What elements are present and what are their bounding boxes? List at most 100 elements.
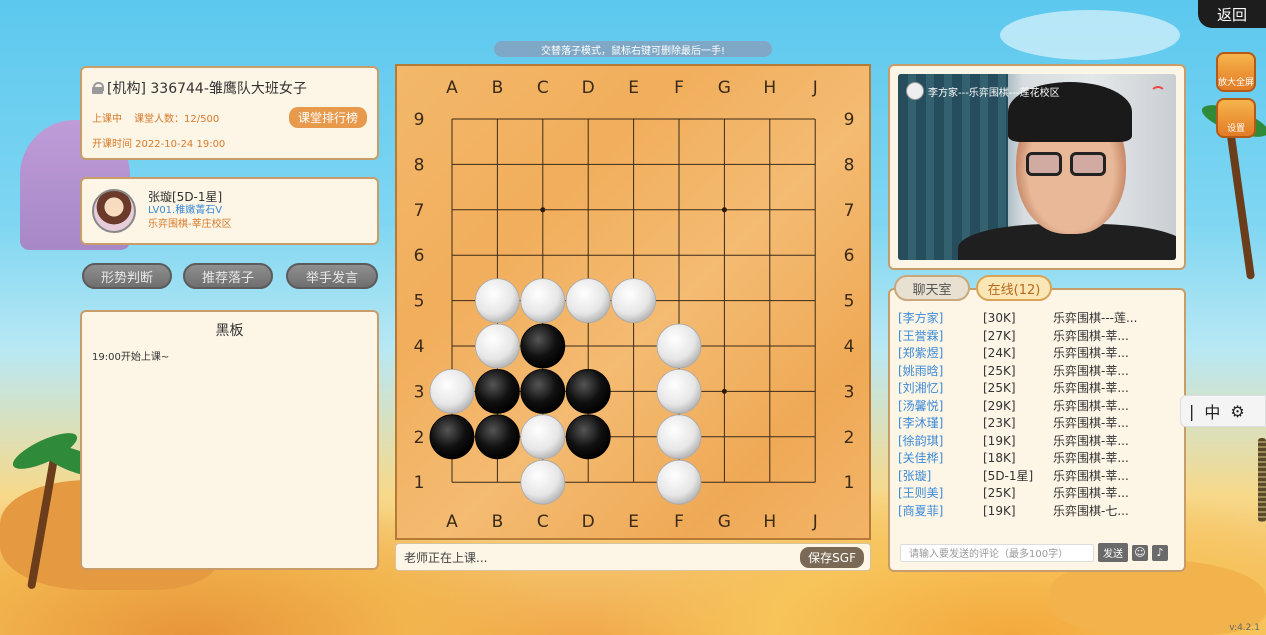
list-item[interactable]: [王誉霖] [27K] 乐弈围棋-莘... bbox=[898, 328, 1176, 346]
online-user-school: 乐弈围棋-莘... bbox=[1053, 486, 1129, 500]
list-item[interactable]: [商夏菲] [19K] 乐弈围棋-七... bbox=[898, 503, 1176, 521]
board-column-label: C bbox=[537, 512, 549, 532]
online-user-name[interactable]: [张璇] bbox=[898, 468, 983, 486]
online-user-school: 乐弈围棋-莘... bbox=[1053, 381, 1129, 395]
black-stone bbox=[565, 414, 611, 460]
online-user-name[interactable]: [徐韵琪] bbox=[898, 433, 983, 451]
video-glasses bbox=[1026, 152, 1062, 176]
send-button[interactable]: 发送 bbox=[1098, 543, 1128, 562]
lock-icon bbox=[92, 82, 104, 94]
class-status-row: 上课中 课堂人数：12/500 课堂排行榜 bbox=[92, 107, 367, 128]
tab-chat-room[interactable]: 聊天室 bbox=[894, 275, 970, 301]
online-user-name[interactable]: [郑紫煜] bbox=[898, 345, 983, 363]
settings-gear-icon[interactable]: 设置 bbox=[1216, 98, 1256, 138]
online-user-name[interactable]: [王则美] bbox=[898, 485, 983, 503]
teacher-info: 张璇[5D-1星] LV01.稚嫩菁石V 乐弈围棋-莘庄校区 bbox=[148, 190, 232, 232]
video-avatar bbox=[906, 82, 924, 100]
online-user-name[interactable]: [李方家] bbox=[898, 310, 983, 328]
blackboard-panel: 黑板 19:00开始上课~ bbox=[80, 310, 379, 570]
white-stone bbox=[429, 368, 475, 414]
list-item[interactable]: [李沐瑾] [23K] 乐弈围棋-莘... bbox=[898, 415, 1176, 433]
list-item[interactable]: [汤馨悦] [29K] 乐弈围棋-莘... bbox=[898, 398, 1176, 416]
online-user-school: 乐弈围棋-莘... bbox=[1053, 363, 1129, 378]
board-column-label: G bbox=[718, 512, 731, 532]
white-stone bbox=[520, 459, 566, 505]
list-item[interactable]: [王则美] [25K] 乐弈围棋-莘... bbox=[898, 485, 1176, 503]
online-user-school: 乐弈围棋-莘... bbox=[1053, 451, 1129, 465]
board-row-label: 9 bbox=[414, 110, 425, 130]
version-label: v:4.2.1 bbox=[1229, 623, 1260, 633]
online-user-name[interactable]: [关佳桦] bbox=[898, 450, 983, 468]
online-user-rank: [30K] bbox=[983, 311, 1016, 325]
online-user-rank: [19K] bbox=[983, 503, 1016, 518]
raise-hand-button[interactable]: 举手发言 bbox=[286, 263, 378, 289]
board-row-label: 8 bbox=[844, 155, 855, 175]
list-item[interactable]: [刘湘忆] [25K] 乐弈围棋-莘... bbox=[898, 380, 1176, 398]
save-sgf-button[interactable]: 保存SGF bbox=[800, 546, 864, 568]
recommend-move-button[interactable]: 推荐落子 bbox=[183, 263, 273, 289]
black-stone bbox=[520, 368, 566, 414]
microphone-icon[interactable]: ♪ bbox=[1152, 544, 1168, 561]
list-item[interactable]: [姚雨晗] [25K] 乐弈围棋-莘... bbox=[898, 363, 1176, 381]
board-row-label: 9 bbox=[844, 110, 855, 130]
teacher-school: 乐弈围棋-莘庄校区 bbox=[148, 219, 232, 230]
ranking-button[interactable]: 课堂排行榜 bbox=[288, 107, 367, 128]
board-column-label: G bbox=[718, 78, 731, 98]
online-user-school: 乐弈围棋---莲... bbox=[1053, 311, 1138, 325]
online-user-school: 乐弈围棋-七... bbox=[1053, 503, 1129, 518]
online-user-rank: [18K] bbox=[983, 451, 1016, 465]
list-item[interactable]: [关佳桦] [18K] 乐弈围棋-莘... bbox=[898, 450, 1176, 468]
board-row-label: 3 bbox=[844, 382, 855, 402]
ime-toolbar[interactable]: | 中 ⚙ bbox=[1180, 395, 1266, 427]
board-column-label: H bbox=[763, 512, 776, 532]
fullscreen-icon[interactable]: 放大全屏 bbox=[1216, 52, 1256, 92]
online-user-name[interactable]: [商夏菲] bbox=[898, 503, 983, 521]
ime-mode[interactable]: 中 bbox=[1204, 399, 1220, 423]
star-point bbox=[540, 207, 546, 213]
board-row-label: 5 bbox=[844, 292, 855, 312]
ime-cursor-icon: | bbox=[1189, 401, 1195, 421]
white-stone bbox=[656, 459, 702, 505]
emoji-icon[interactable]: ☺ bbox=[1132, 544, 1148, 561]
list-item[interactable]: [张璇] [5D-1星] 乐弈围棋-莘... bbox=[898, 468, 1176, 486]
status-bar: 老师正在上课... 保存SGF bbox=[395, 543, 871, 571]
go-board-grid[interactable]: A A B B C C D D E E F F G G H H J J 9 9 8 8 7 7 6 6 5 5 4 4 3 3 2 2 1 1 bbox=[397, 66, 869, 538]
situation-judge-button[interactable]: 形势判断 bbox=[82, 263, 172, 289]
return-button[interactable]: 返回 bbox=[1198, 0, 1266, 28]
online-user-name[interactable]: [刘湘忆] bbox=[898, 380, 983, 398]
chat-panel: [李方家] [30K] 乐弈围棋---莲... [王誉霖] [27K] 乐弈围棋-莘...… bbox=[888, 288, 1186, 572]
board-column-label: F bbox=[674, 512, 684, 532]
white-stone bbox=[611, 278, 657, 324]
board-column-label: E bbox=[628, 512, 639, 532]
list-item[interactable]: [郑紫煜] [24K] 乐弈围棋-莘... bbox=[898, 345, 1176, 363]
online-user-school: 乐弈围棋-莘... bbox=[1053, 416, 1129, 430]
online-user-rank: [23K] bbox=[983, 416, 1016, 430]
online-user-name[interactable]: [姚雨晗] bbox=[898, 363, 983, 381]
chat-input[interactable]: 请输入要发送的评论（最多100字） bbox=[900, 543, 1094, 562]
board-column-label: J bbox=[812, 78, 818, 98]
board-column-label: F bbox=[674, 78, 684, 98]
black-stone bbox=[475, 414, 520, 460]
white-stone bbox=[656, 368, 702, 414]
video-label: 李方家---乐弈围棋---莲花校区 bbox=[906, 82, 1060, 100]
star-point bbox=[721, 388, 727, 394]
online-user-name[interactable]: [汤馨悦] bbox=[898, 398, 983, 416]
ime-gear-icon[interactable]: ⚙ bbox=[1230, 402, 1244, 421]
white-stone bbox=[565, 278, 611, 324]
class-title-row: [机构] 336744-雏鹰队大班女子 bbox=[92, 78, 367, 98]
list-item[interactable]: [徐韵琪] [19K] 乐弈围棋-莘... bbox=[898, 433, 1176, 451]
scrollbar[interactable] bbox=[1258, 438, 1266, 522]
go-board[interactable]: A A B B C C D D E E F F G G H H J J 9 9 8 8 7 7 6 6 5 5 4 4 3 3 2 2 1 1 bbox=[395, 64, 871, 540]
white-stone bbox=[520, 278, 566, 324]
online-user-name[interactable]: [李沐瑾] bbox=[898, 415, 983, 433]
online-user-rank: [27K] bbox=[983, 328, 1016, 343]
tab-online[interactable]: 在线(12) bbox=[976, 275, 1052, 301]
wifi-icon bbox=[1150, 86, 1166, 96]
list-item[interactable]: [李方家] [30K] 乐弈围棋---莲... bbox=[898, 310, 1176, 328]
online-user-list: [李方家] [30K] 乐弈围棋---莲... [王誉霖] [27K] 乐弈围棋-莘...… bbox=[898, 310, 1176, 520]
board-column-label: H bbox=[763, 78, 776, 98]
online-user-rank: [25K] bbox=[983, 363, 1016, 378]
board-row-label: 7 bbox=[414, 201, 425, 221]
online-user-school: 乐弈围棋-莘... bbox=[1053, 433, 1129, 448]
online-user-name[interactable]: [王誉霖] bbox=[898, 328, 983, 346]
